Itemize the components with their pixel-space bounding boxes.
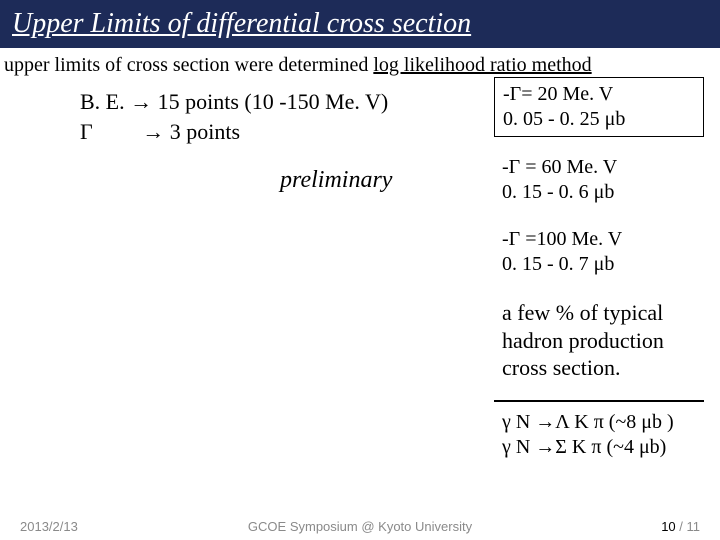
typical-fraction: a few % of typical hadron production cro… [494,295,704,386]
result-box-20mev: -Γ= 20 Me. V 0. 05 - 0. 25 μb [494,77,704,137]
page-number: 10 / 11 [661,519,700,534]
arrow-icon: → [130,89,152,114]
result-line: 0. 15 - 0. 7 μb [502,252,696,277]
result-100mev: -Γ =100 Me. V 0. 15 - 0. 7 μb [494,223,704,281]
scan-points: B. E. → 15 points (10 -150 Me. V) Γ → 3 … [80,87,388,146]
reaction-list: γ N →Λ K π (~8 μb ) γ N →Σ K π (~4 μb) [494,410,704,464]
subhead: upper limits of cross section were deter… [0,48,720,77]
subhead-plain: upper limits of cross section were deter… [4,54,373,76]
reaction-line: γ N →Σ K π (~4 μb) [502,435,696,460]
page-current: 10 [661,519,675,534]
scan-row-be: B. E. → 15 points (10 -150 Me. V) [80,87,388,117]
reaction-line: γ N →Λ K π (~8 μb ) [502,410,696,435]
result-line: 0. 15 - 0. 6 μb [502,180,696,205]
result-60mev: -Γ = 60 Me. V 0. 15 - 0. 6 μb [494,151,704,209]
page-total: 11 [687,519,701,534]
subhead-underlined: log likelihood ratio method [373,54,591,76]
page-sep: / [676,519,687,534]
footer: 2013/2/13 GCOE Symposium @ Kyoto Univers… [0,512,720,534]
arrow-icon: → [98,119,164,144]
right-column: -Γ= 20 Me. V 0. 05 - 0. 25 μb -Γ = 60 Me… [494,77,704,478]
result-line: -Γ= 20 Me. V [503,82,695,107]
label-be: B. E. [80,89,125,114]
be-points: 15 points (10 -150 Me. V) [158,89,389,114]
result-line: -Γ = 60 Me. V [502,155,696,180]
result-line: -Γ =100 Me. V [502,227,696,252]
title-bar: Upper Limits of differential cross secti… [0,0,720,48]
divider [494,400,704,402]
gamma-points: 3 points [170,119,240,144]
footer-venue: GCOE Symposium @ Kyoto University [248,519,472,534]
footer-date: 2013/2/13 [20,519,78,534]
scan-row-gamma: Γ → 3 points [80,117,388,147]
label-gamma: Γ [80,119,93,144]
result-line: 0. 05 - 0. 25 μb [503,107,695,132]
page-title: Upper Limits of differential cross secti… [12,8,471,40]
preliminary-label: preliminary [280,167,392,194]
